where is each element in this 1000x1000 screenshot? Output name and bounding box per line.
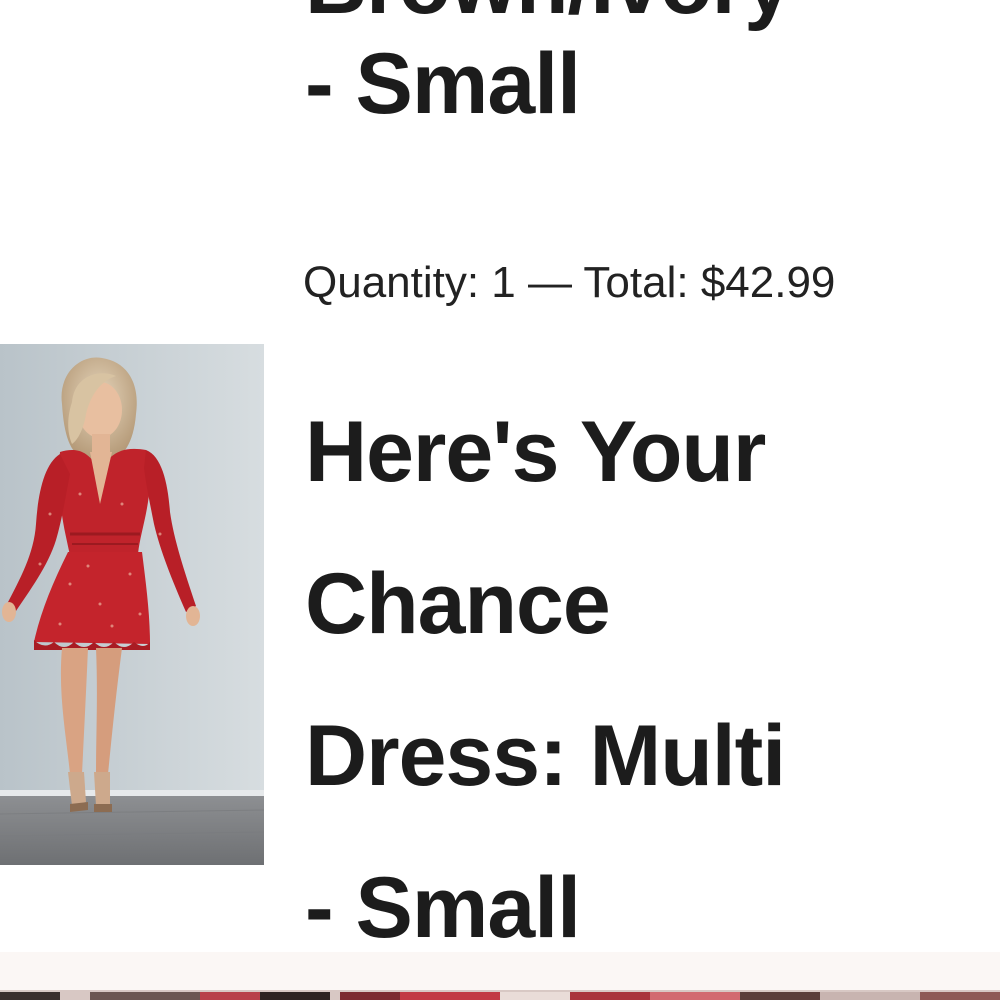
product-title[interactable]: Here's Your Chance Dress: Multi - Small: [305, 376, 786, 984]
product-title-line-1: Here's Your: [305, 404, 766, 500]
next-item-image-strip: [0, 952, 1000, 1000]
product-thumbnail[interactable]: [0, 344, 264, 865]
previous-item-title-line-1: Brown/Ivory: [305, 0, 792, 34]
previous-item-quantity-total: Quantity: 1 — Total: $42.99: [303, 258, 836, 307]
product-title-line-3: Dress: Multi: [305, 708, 786, 804]
previous-item-title-line-2: - Small: [305, 36, 581, 132]
previous-item-title[interactable]: Brown/Ivory - Small: [305, 0, 792, 134]
order-items-page: Brown/Ivory - Small Quantity: 1 — Total:…: [0, 0, 1000, 1000]
product-title-line-2: Chance: [305, 556, 611, 652]
